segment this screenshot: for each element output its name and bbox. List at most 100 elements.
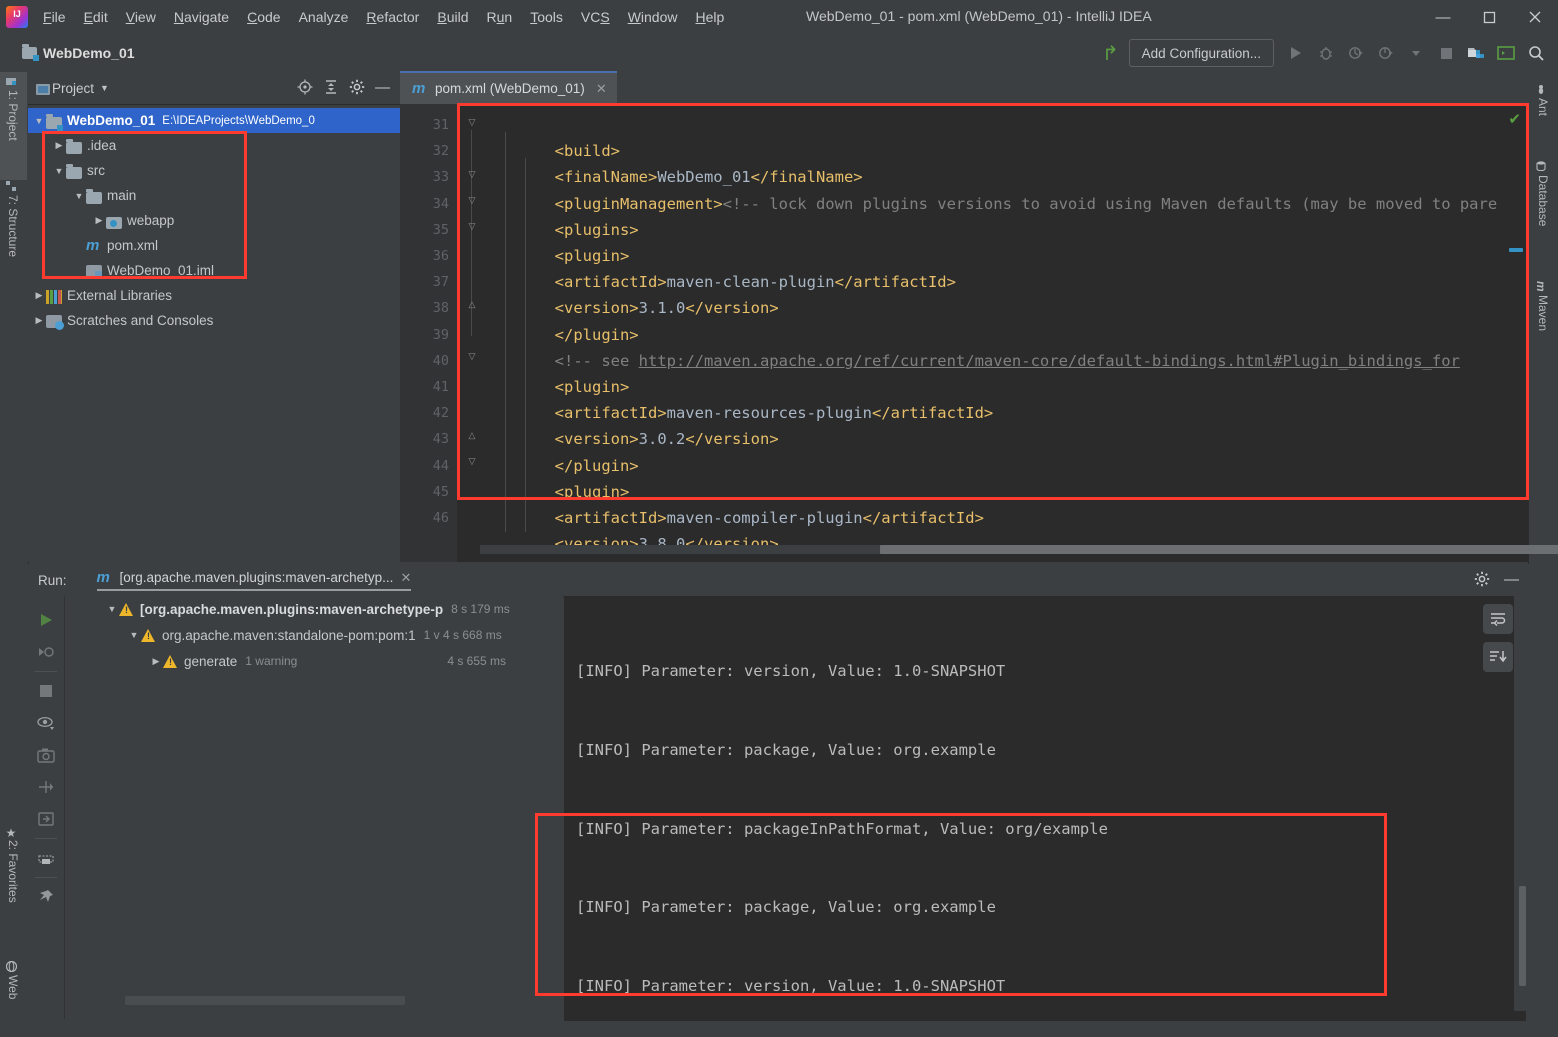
soft-wrap-icon[interactable] bbox=[1483, 604, 1513, 634]
run-icon[interactable] bbox=[1282, 40, 1310, 66]
fold-marker-icon[interactable]: △ bbox=[466, 298, 478, 310]
run-tree-row[interactable]: ▼ [org.apache.maven.plugins:maven-archet… bbox=[65, 596, 563, 622]
locate-icon[interactable] bbox=[297, 79, 313, 98]
line-number: 35 bbox=[432, 222, 449, 238]
code-link[interactable]: http://maven.apache.org/ref/current/mave… bbox=[639, 352, 1460, 370]
scrollbar-marker[interactable] bbox=[1509, 248, 1523, 252]
fold-marker-icon[interactable]: ▽ bbox=[466, 116, 478, 128]
run-tree-scrollbar[interactable] bbox=[125, 996, 405, 1005]
close-icon[interactable]: ✕ bbox=[400, 570, 411, 586]
menu-vcs[interactable]: VCS bbox=[572, 5, 619, 29]
sidebar-item-project[interactable]: 1: Project bbox=[0, 72, 27, 180]
tree-node-external-libraries[interactable]: ▶ External Libraries bbox=[28, 283, 400, 308]
close-icon[interactable] bbox=[1512, 0, 1558, 34]
menu-run[interactable]: Run bbox=[477, 5, 521, 29]
menu-tools[interactable]: Tools bbox=[521, 5, 572, 29]
chevron-down-icon[interactable]: ▼ bbox=[52, 166, 66, 176]
gear-icon[interactable] bbox=[1474, 571, 1490, 590]
chevron-down-icon[interactable] bbox=[1402, 40, 1430, 66]
editor-horizontal-scrollbar[interactable] bbox=[480, 545, 1558, 554]
filter-eye-icon[interactable] bbox=[31, 707, 61, 739]
chevron-right-icon[interactable]: ▶ bbox=[149, 656, 163, 667]
tree-node-src[interactable]: ▼ src bbox=[28, 158, 400, 183]
close-icon[interactable]: ✕ bbox=[596, 81, 607, 97]
fold-marker-icon[interactable]: ▽ bbox=[466, 194, 478, 206]
project-structure-icon[interactable] bbox=[1462, 40, 1490, 66]
build-hook-icon[interactable]: ↰ bbox=[1102, 41, 1119, 66]
fold-marker-icon[interactable]: ▽ bbox=[466, 455, 478, 467]
scrollbar-thumb[interactable] bbox=[880, 545, 1558, 554]
run-tab[interactable]: m [org.apache.maven.plugins:maven-archet… bbox=[96, 569, 412, 591]
stop-icon[interactable] bbox=[31, 675, 61, 707]
chevron-right-icon[interactable]: ▶ bbox=[32, 315, 46, 326]
menu-analyze[interactable]: Analyze bbox=[290, 5, 358, 29]
sidebar-item-database[interactable]: Database bbox=[1529, 157, 1557, 273]
minimize-icon[interactable]: — bbox=[1420, 0, 1466, 34]
menu-help[interactable]: Help bbox=[687, 5, 734, 29]
run-tree-row[interactable]: ▼ org.apache.maven:standalone-pom:pom:1 … bbox=[65, 622, 563, 648]
fold-marker-icon[interactable]: △ bbox=[466, 429, 478, 441]
tree-node-webapp[interactable]: ▶ webapp bbox=[28, 208, 400, 233]
chevron-down-icon[interactable]: ▼ bbox=[100, 83, 109, 93]
chevron-right-icon[interactable]: ▶ bbox=[52, 140, 66, 151]
tree-node-iml[interactable]: WebDemo_01.iml bbox=[28, 258, 400, 283]
scroll-to-end-icon[interactable] bbox=[1483, 642, 1513, 672]
add-configuration-button[interactable]: Add Configuration... bbox=[1128, 39, 1274, 67]
tree-node-webdemo-01[interactable]: ▼ WebDemo_01 E:\IDEAProjects\WebDemo_0 bbox=[28, 108, 400, 133]
editor-code[interactable]: <build> <finalName>WebDemo_01</finalName… bbox=[480, 104, 1529, 554]
print-icon[interactable] bbox=[31, 842, 61, 874]
sidebar-item-favorites[interactable]: ★ 2: Favorites bbox=[0, 822, 27, 948]
tree-node-main[interactable]: ▼ main bbox=[28, 183, 400, 208]
hide-icon[interactable]: — bbox=[375, 80, 390, 95]
inspection-status-icon[interactable]: ✔ bbox=[1508, 110, 1521, 128]
rerun-failed-tests-icon[interactable] bbox=[31, 636, 61, 668]
menu-refactor[interactable]: Refactor bbox=[357, 5, 428, 29]
fold-marker-icon[interactable]: ▽ bbox=[466, 220, 478, 232]
hide-icon[interactable]: — bbox=[1504, 572, 1519, 587]
run-tree-row[interactable]: ▶ generate 1 warning 4 s 655 ms bbox=[65, 648, 563, 674]
menu-edit[interactable]: Edit bbox=[75, 5, 117, 29]
profiler-icon[interactable] bbox=[1372, 40, 1400, 66]
console-scrollbar-thumb[interactable] bbox=[1519, 886, 1526, 986]
chevron-right-icon[interactable]: ▶ bbox=[32, 290, 46, 301]
menu-build[interactable]: Build bbox=[428, 5, 477, 29]
menu-window[interactable]: Window bbox=[619, 5, 687, 29]
pin-icon[interactable] bbox=[31, 881, 61, 913]
tree-node-idea[interactable]: ▶ .idea bbox=[28, 133, 400, 158]
sidebar-item-ant[interactable]: Ant bbox=[1529, 80, 1557, 150]
fold-marker-icon[interactable]: ▽ bbox=[466, 350, 478, 362]
menu-view[interactable]: View bbox=[117, 5, 165, 29]
search-everywhere-icon[interactable] bbox=[1522, 40, 1550, 66]
tree-node-scratches[interactable]: ▶ Scratches and Consoles bbox=[28, 308, 400, 333]
collapse-all-icon[interactable] bbox=[323, 79, 339, 98]
run-console-output[interactable]: [INFO] Parameter: version, Value: 1.0-SN… bbox=[564, 596, 1526, 1021]
chevron-down-icon[interactable]: ▼ bbox=[127, 630, 141, 640]
sidebar-item-maven[interactable]: m Maven bbox=[1529, 277, 1557, 377]
terminal-icon[interactable] bbox=[1492, 40, 1520, 66]
chevron-down-icon[interactable]: ▼ bbox=[32, 116, 46, 126]
menu-code[interactable]: Code bbox=[238, 5, 289, 29]
debug-icon[interactable] bbox=[1312, 40, 1340, 66]
tree-node-pom-xml[interactable]: m pom.xml bbox=[28, 233, 400, 258]
menu-file[interactable]: File bbox=[34, 5, 75, 29]
chevron-down-icon[interactable]: ▼ bbox=[72, 191, 86, 201]
maximize-icon[interactable] bbox=[1466, 0, 1512, 34]
export-icon[interactable] bbox=[31, 803, 61, 835]
project-tree[interactable]: ▼ WebDemo_01 E:\IDEAProjects\WebDemo_0 ▶… bbox=[28, 105, 400, 333]
chevron-down-icon[interactable]: ▼ bbox=[105, 604, 119, 614]
run-with-coverage-icon[interactable] bbox=[1342, 40, 1370, 66]
stop-icon[interactable] bbox=[1432, 40, 1460, 66]
camera-icon[interactable] bbox=[31, 739, 61, 771]
menu-navigate[interactable]: Navigate bbox=[165, 5, 238, 29]
sidebar-item-structure[interactable]: 7: Structure bbox=[0, 177, 27, 295]
gear-icon[interactable] bbox=[349, 79, 365, 98]
expand-collapse-icon[interactable] bbox=[31, 771, 61, 803]
tab-pom-xml[interactable]: m pom.xml (WebDemo_01) ✕ bbox=[400, 71, 617, 104]
project-chip[interactable]: WebDemo_01 bbox=[22, 44, 135, 61]
rerun-icon[interactable] bbox=[31, 604, 61, 636]
run-result-tree[interactable]: ▼ [org.apache.maven.plugins:maven-archet… bbox=[65, 596, 563, 1011]
fold-marker-icon[interactable]: ▽ bbox=[466, 168, 478, 180]
chevron-right-icon[interactable]: ▶ bbox=[92, 215, 106, 226]
editor-gutter[interactable]: 31 32 33 34 35 36 37 38 39 40 41 42 43 4… bbox=[400, 104, 457, 562]
sidebar-item-web[interactable]: Web bbox=[0, 957, 27, 1037]
